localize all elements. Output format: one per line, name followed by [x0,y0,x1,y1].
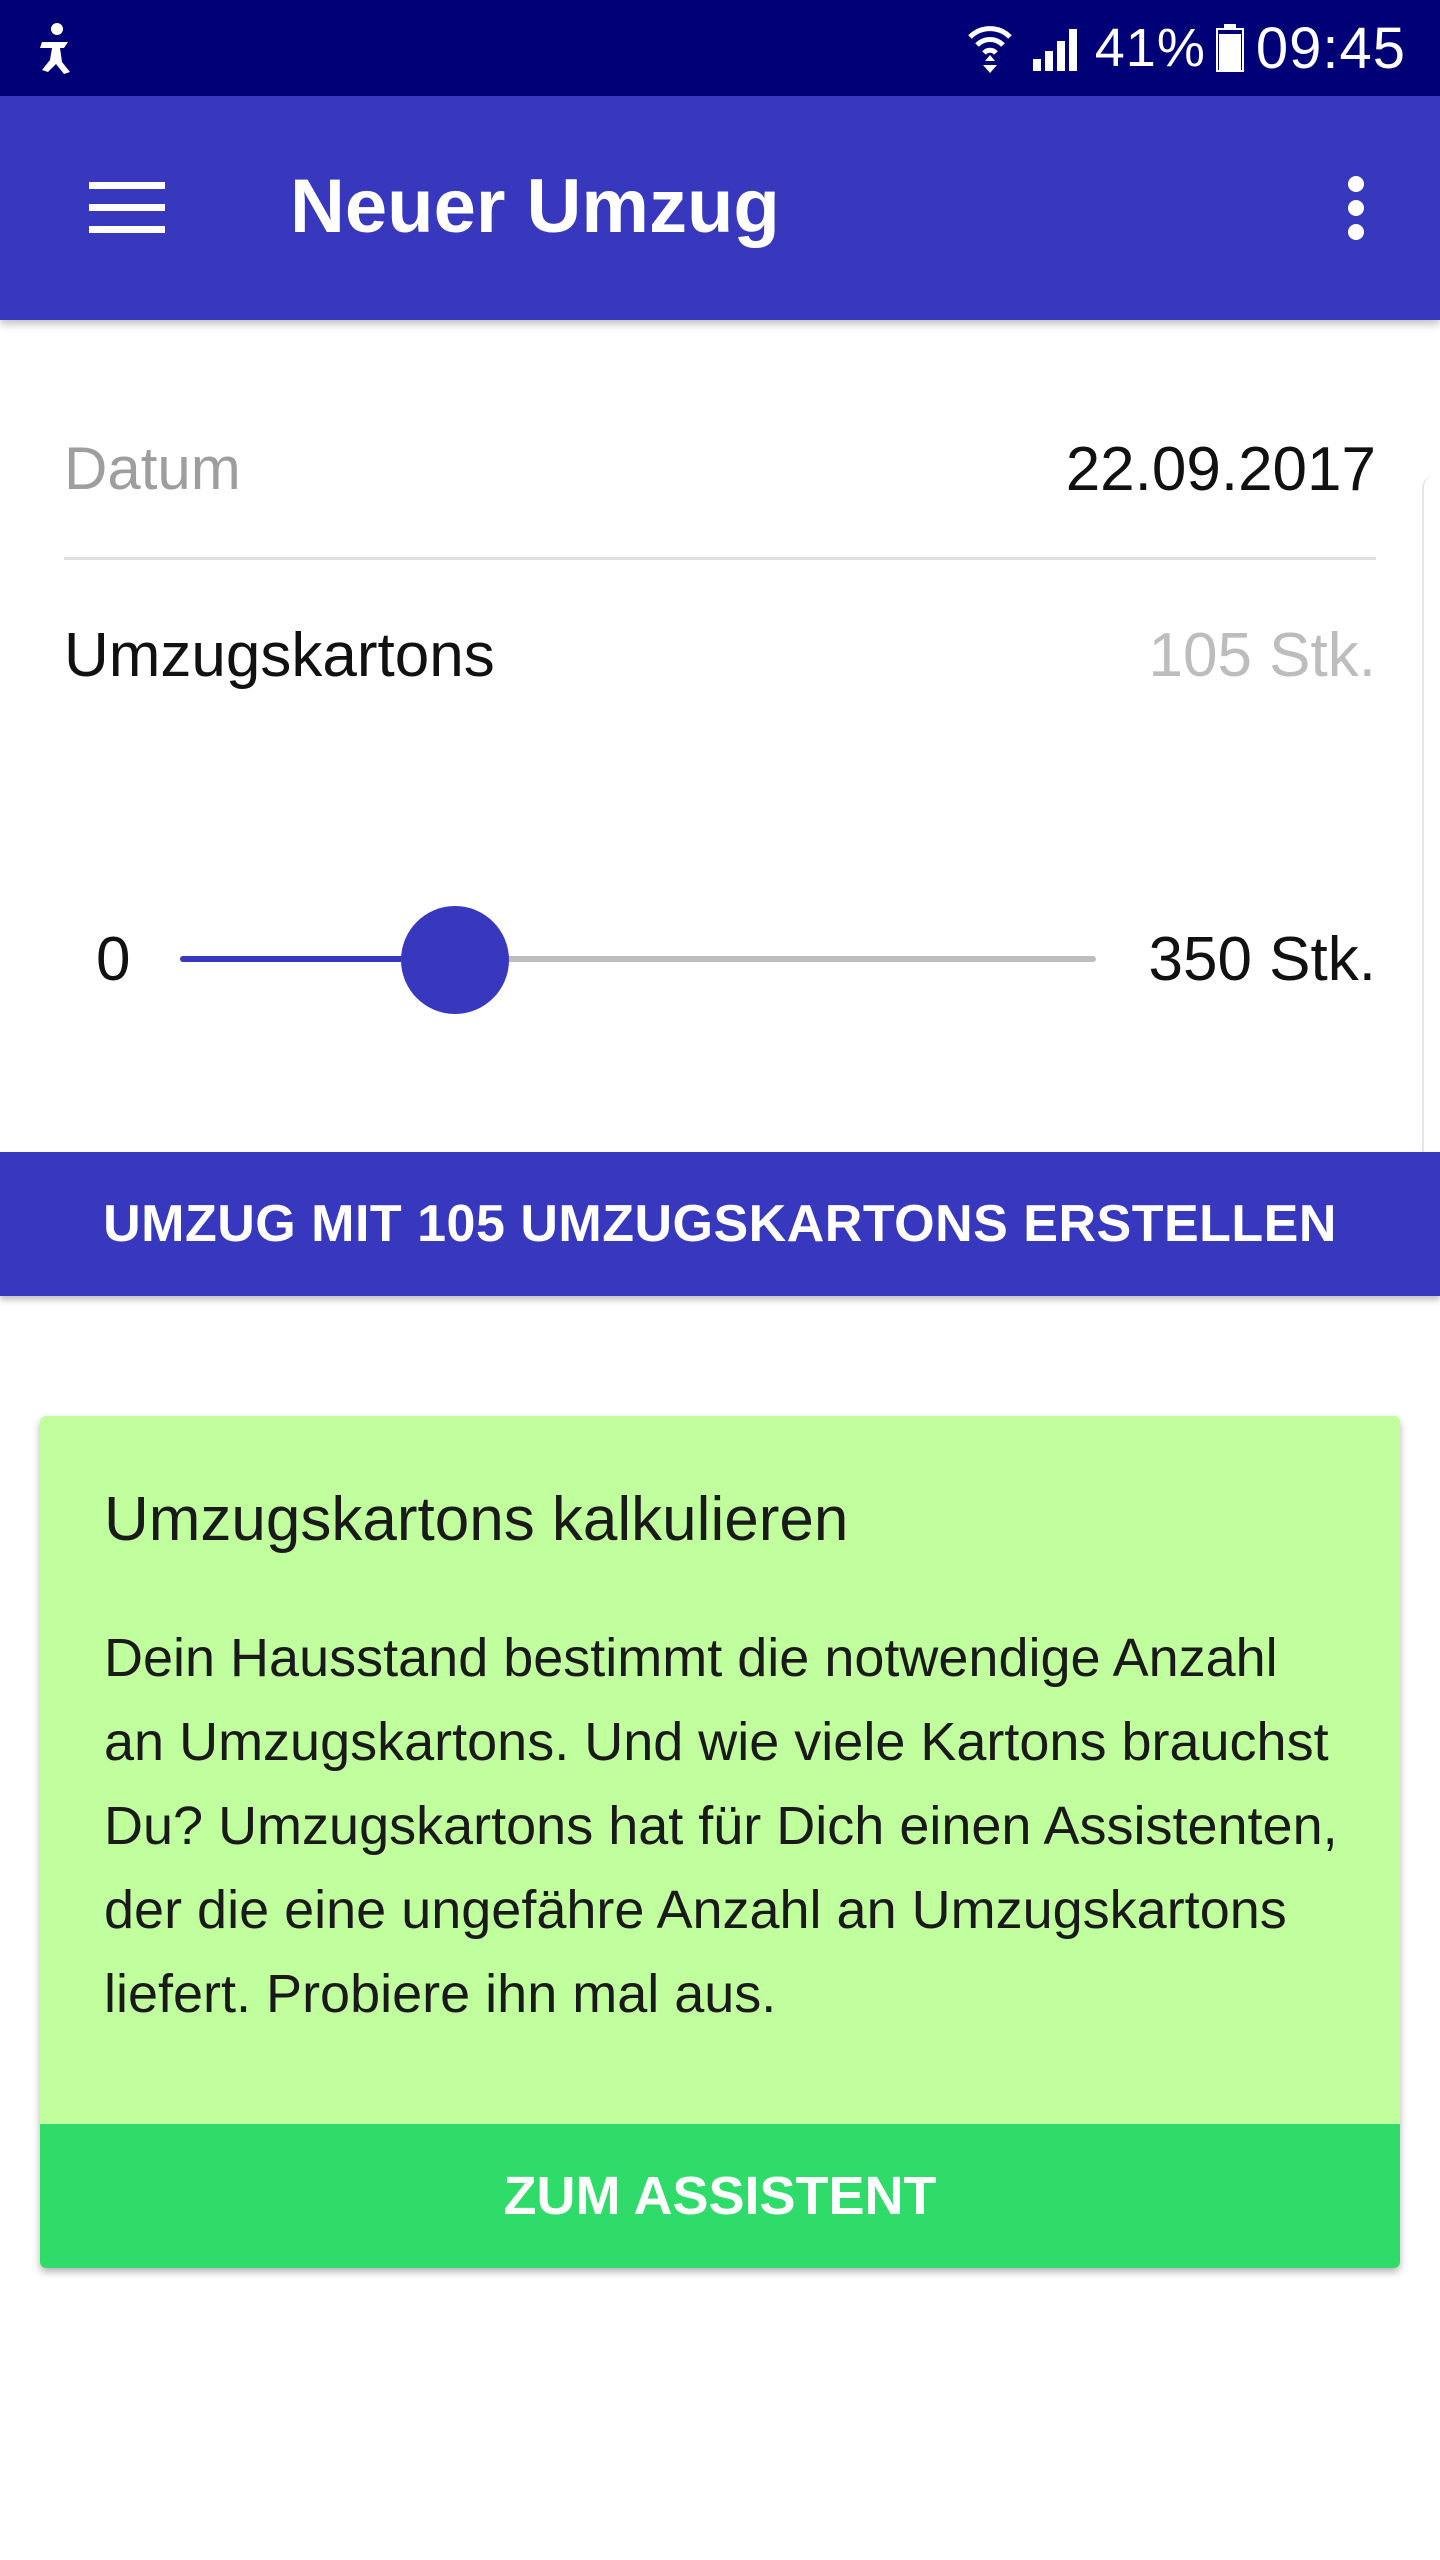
date-field[interactable]: Datum 22.09.2017 [64,420,1376,560]
status-bar: 41% 09:45 [0,0,1440,96]
overflow-menu-button[interactable] [1316,162,1396,254]
page-title: Neuer Umzug [290,164,780,249]
boxes-slider[interactable] [180,906,1096,1014]
card-title: Umzugskartons kalkulieren [104,1485,849,1554]
scroll-edge [1422,476,1440,1196]
accessibility-icon [40,23,70,74]
menu-icon [89,182,165,233]
menu-button[interactable] [72,162,182,254]
date-value[interactable]: 22.09.2017 [1066,434,1376,505]
slider-min-label: 0 [96,925,131,994]
clock: 09:45 [1255,15,1406,81]
create-move-button[interactable]: UMZUG MIT 105 UMZUGSKARTONS ERSTELLEN [0,1152,1440,1296]
boxes-label: Umzugskartons [64,621,495,690]
slider-thumb[interactable] [400,906,509,1014]
card-text: Dein Hausstand bestimmt die notwendige A… [104,1628,1338,2024]
wifi-icon [967,26,1012,73]
more-vert-icon [1348,176,1364,240]
battery-percent: 41% [1094,18,1206,78]
signal-icon [1032,29,1077,71]
assistant-button[interactable]: ZUM ASSISTENT [40,2124,1400,2268]
battery-icon [1215,24,1244,72]
boxes-value: 105 Stk. [1148,621,1376,690]
app-bar: Neuer Umzug [0,96,1440,320]
date-label: Datum [64,435,241,502]
calculator-card: Umzugskartons kalkulieren Dein Hausstand… [40,1416,1400,2268]
slider-max-label: 350 Stk. [1148,925,1376,994]
